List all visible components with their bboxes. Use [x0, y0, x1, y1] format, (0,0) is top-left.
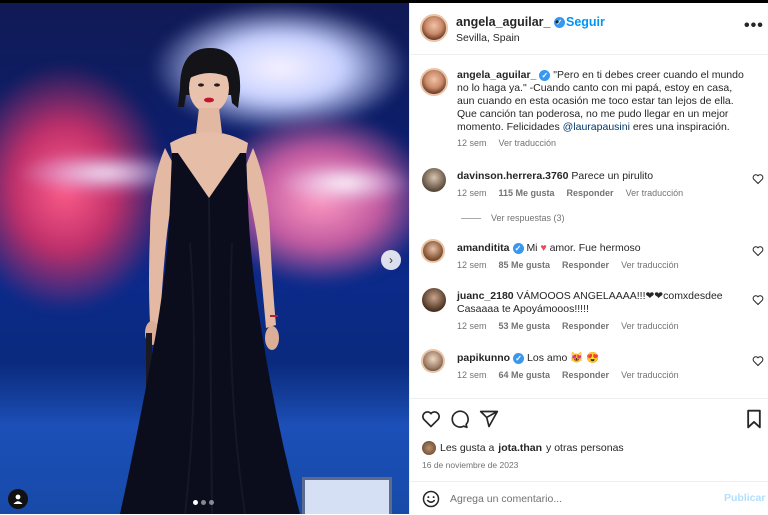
tagged-users-button[interactable]: [8, 489, 28, 509]
share-send-icon[interactable]: [479, 409, 499, 429]
comment-translate-link[interactable]: Ver traducción: [626, 188, 684, 198]
emoji-icon[interactable]: [422, 490, 440, 508]
comment-time: 12 sem: [457, 321, 487, 331]
caption-username[interactable]: angela_aguilar_: [457, 69, 536, 81]
view-replies-button[interactable]: Ver respuestas (3): [461, 213, 565, 223]
comment-bubble-icon[interactable]: [449, 409, 469, 429]
view-replies-label[interactable]: Ver respuestas (3): [491, 213, 565, 223]
post-details-panel: angela_aguilar_ ✓ • Seguir Sevilla, Spain…: [409, 3, 768, 514]
like-comment-heart-icon[interactable]: [752, 245, 764, 257]
singer-figure: [120, 48, 300, 514]
comment-reply-link[interactable]: Responder: [562, 260, 609, 270]
caption-meta: 12 sem Ver traducción: [457, 138, 556, 148]
post-actions: Les gusta a jota.than y otras personas 1…: [410, 398, 768, 514]
comment-time: 12 sem: [457, 188, 487, 198]
comment-meta: 12 sem 64 Me gusta Responder Ver traducc…: [457, 370, 679, 380]
likes-prefix: Les gusta a: [440, 442, 495, 454]
comment-body-end: amor. Fue hermoso: [546, 242, 641, 254]
comment-likes[interactable]: 64 Me gusta: [499, 370, 551, 380]
comment-reply-link[interactable]: Responder: [567, 188, 614, 198]
more-options-icon[interactable]: •••: [744, 17, 764, 35]
caption-mention[interactable]: @laurapausini: [563, 121, 630, 133]
comment-translate-link[interactable]: Ver traducción: [621, 321, 679, 331]
caption-avatar[interactable]: [420, 68, 448, 96]
verified-badge-icon: ✓: [513, 352, 525, 364]
carousel-dot: [201, 500, 206, 505]
comment-translate-link[interactable]: Ver traducción: [621, 370, 679, 380]
caption-body-end: eres una inspiración.: [629, 121, 730, 133]
like-comment-heart-icon[interactable]: [752, 294, 764, 306]
author-username[interactable]: angela_aguilar_ ✓: [456, 15, 565, 29]
comment-time: 12 sem: [457, 370, 487, 380]
comment-reply-link[interactable]: Responder: [562, 321, 609, 331]
comment-meta: 12 sem 53 Me gusta Responder Ver traducc…: [457, 321, 679, 331]
publish-button[interactable]: Publicar: [724, 492, 765, 504]
comment-text: juanc_2180 VÁMOOOS ANGELAAAA!!!❤❤comxdes…: [457, 290, 752, 316]
post-media[interactable]: ›: [0, 3, 409, 514]
comments-list[interactable]: angela_aguilar_ ✓ "Pero en ti debes creer…: [410, 55, 768, 398]
likes-suffix[interactable]: y otras personas: [546, 442, 624, 454]
comment-username[interactable]: davinson.herrera.3760: [457, 170, 568, 182]
comment-likes[interactable]: 115 Me gusta: [499, 188, 555, 198]
comment-avatar[interactable]: [421, 349, 445, 373]
comment-username[interactable]: juanc_2180: [457, 290, 514, 302]
save-bookmark-icon[interactable]: [744, 409, 764, 429]
liker-avatar: [422, 441, 436, 455]
like-comment-heart-icon[interactable]: [752, 355, 764, 367]
comment-time: 12 sem: [457, 260, 487, 270]
carousel-dot: [209, 500, 214, 505]
post-location[interactable]: Sevilla, Spain: [456, 32, 520, 44]
verified-badge-icon: ✓: [539, 69, 551, 81]
like-comment-heart-icon[interactable]: [752, 173, 764, 185]
post-header: angela_aguilar_ ✓ • Seguir Sevilla, Spain…: [410, 3, 768, 55]
comment-text: papikunno ✓ Los amo 😻 😍: [457, 352, 752, 365]
verified-badge-icon: ✓: [512, 242, 524, 254]
comment-meta: 12 sem 115 Me gusta Responder Ver traduc…: [457, 188, 683, 198]
comment-text: davinson.herrera.3760 Parece un pirulito: [457, 170, 752, 183]
header-separator: •: [555, 15, 560, 29]
instagram-post-window: › angela_aguilar_ ✓ • Seguir Sevilla, Spa…: [0, 0, 768, 514]
caption-text: angela_aguilar_ ✓ "Pero en ti debes creer…: [457, 69, 752, 134]
comment-composer: Publicar: [410, 481, 768, 515]
comment-username[interactable]: papikunno: [457, 352, 510, 364]
likes-user[interactable]: jota.than: [498, 442, 542, 454]
comment-avatar[interactable]: [421, 239, 445, 263]
comment-avatar[interactable]: [422, 168, 446, 192]
comment-meta: 12 sem 85 Me gusta Responder Ver traducc…: [457, 260, 679, 270]
comment-input[interactable]: [450, 489, 710, 509]
carousel-dot-active: [193, 500, 198, 505]
comment-likes[interactable]: 53 Me gusta: [499, 321, 551, 331]
follow-button[interactable]: Seguir: [566, 15, 605, 29]
comment-reply-link[interactable]: Responder: [562, 370, 609, 380]
comment-body: Los amo 😻 😍: [527, 352, 600, 364]
next-slide-button[interactable]: ›: [381, 250, 401, 270]
comment-body: Parece un pirulito: [571, 170, 654, 182]
replies-line: [461, 217, 481, 219]
user-icon: [13, 494, 23, 504]
author-avatar[interactable]: [420, 14, 448, 42]
comment-likes[interactable]: 85 Me gusta: [499, 260, 551, 270]
author-username-text[interactable]: angela_aguilar_: [456, 15, 551, 29]
caption-time: 12 sem: [457, 138, 487, 148]
comment-username[interactable]: amanditita: [457, 242, 510, 254]
caption-translate-link[interactable]: Ver traducción: [499, 138, 557, 148]
comment-avatar[interactable]: [422, 288, 446, 312]
likes-summary[interactable]: Les gusta a jota.than y otras personas: [422, 441, 624, 455]
comment-body: Mi: [526, 242, 541, 254]
post-date: 16 de noviembre de 2023: [422, 460, 519, 470]
like-heart-icon[interactable]: [421, 409, 441, 429]
comment-translate-link[interactable]: Ver traducción: [621, 260, 679, 270]
comment-text: amanditita ✓ Mi ♥ amor. Fue hermoso: [457, 242, 752, 255]
carousel-indicator: [193, 500, 214, 505]
